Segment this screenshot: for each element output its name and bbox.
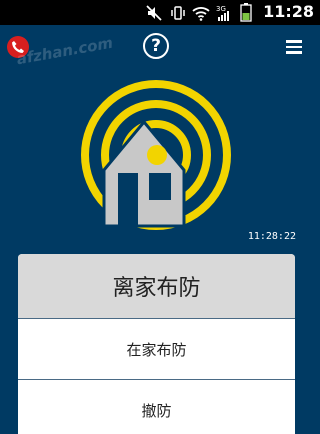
wifi-icon [192,6,210,21]
arm-away-button[interactable]: 离家布防 [18,254,295,319]
arm-mode-panel: 离家布防 在家布防 撤防 [18,254,295,434]
status-bar: 3G 11:28 [0,0,320,25]
3g-signal-icon: 3G [216,5,229,21]
arm-home-button[interactable]: 在家布防 [18,319,295,380]
status-clock: 11:28 [263,2,314,21]
svg-text:3G: 3G [216,5,226,13]
help-button[interactable]: ? [143,33,169,59]
help-icon: ? [151,36,161,56]
house-alarm-icon [81,80,231,230]
battery-icon [240,3,252,22]
mute-icon [146,4,162,21]
status-icons: 3G [146,3,252,22]
vibrate-icon [171,5,185,20]
menu-button[interactable] [286,40,302,54]
menu-icon [286,40,302,43]
disarm-button[interactable]: 撤防 [18,380,295,434]
last-update-timestamp: 11:28:22 [247,231,296,242]
